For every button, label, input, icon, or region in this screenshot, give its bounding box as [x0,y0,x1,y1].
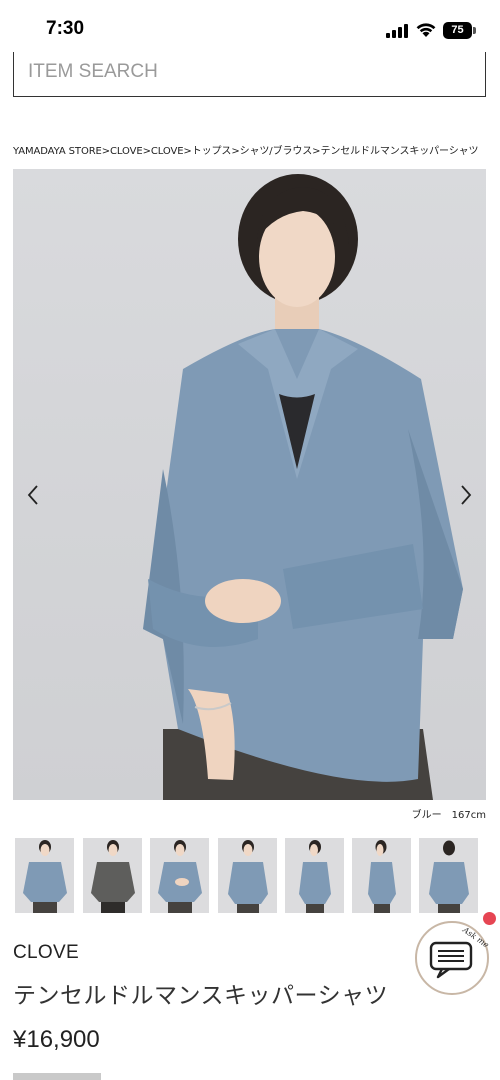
thumbnail-4[interactable] [218,838,277,913]
thumbnail-strip [15,838,485,914]
status-bar: 7:30 75 [0,0,500,58]
partial-button [13,1073,101,1080]
product-brand[interactable]: CLOVE [13,942,79,964]
status-time: 7:30 [46,18,85,39]
chevron-right-icon [461,485,472,505]
thumbnail-7[interactable] [419,838,478,913]
signal-icon [386,24,410,38]
wifi-icon [415,21,437,38]
battery-level: 75 [443,22,472,39]
breadcrumb[interactable]: YAMADAYA STORE>CLOVE>CLOVE>トップス>シャツ/ブラウス… [13,142,493,157]
chat-widget-button[interactable]: Ask me [415,921,490,995]
search-input[interactable] [28,58,468,86]
thumbnail-1[interactable] [15,838,74,913]
gallery-next-button[interactable] [451,478,481,512]
thumbnail-6[interactable] [352,838,411,913]
search-box [13,52,486,97]
chat-bubble-icon [429,941,473,979]
thumbnail-2[interactable] [83,838,142,913]
notification-dot [483,912,496,925]
product-main-image[interactable] [13,169,486,800]
image-caption: ブルー 167cm [411,810,486,821]
chevron-left-icon [27,485,38,505]
model-photo [143,174,463,800]
thumbnail-5[interactable] [285,838,344,913]
thumbnail-3[interactable] [150,838,209,913]
product-price: ¥16,900 [13,1026,100,1053]
product-title: テンセルドルマンスキッパーシャツ [13,983,389,1009]
gallery-prev-button[interactable] [18,478,48,512]
battery-icon: 75 [443,22,477,39]
